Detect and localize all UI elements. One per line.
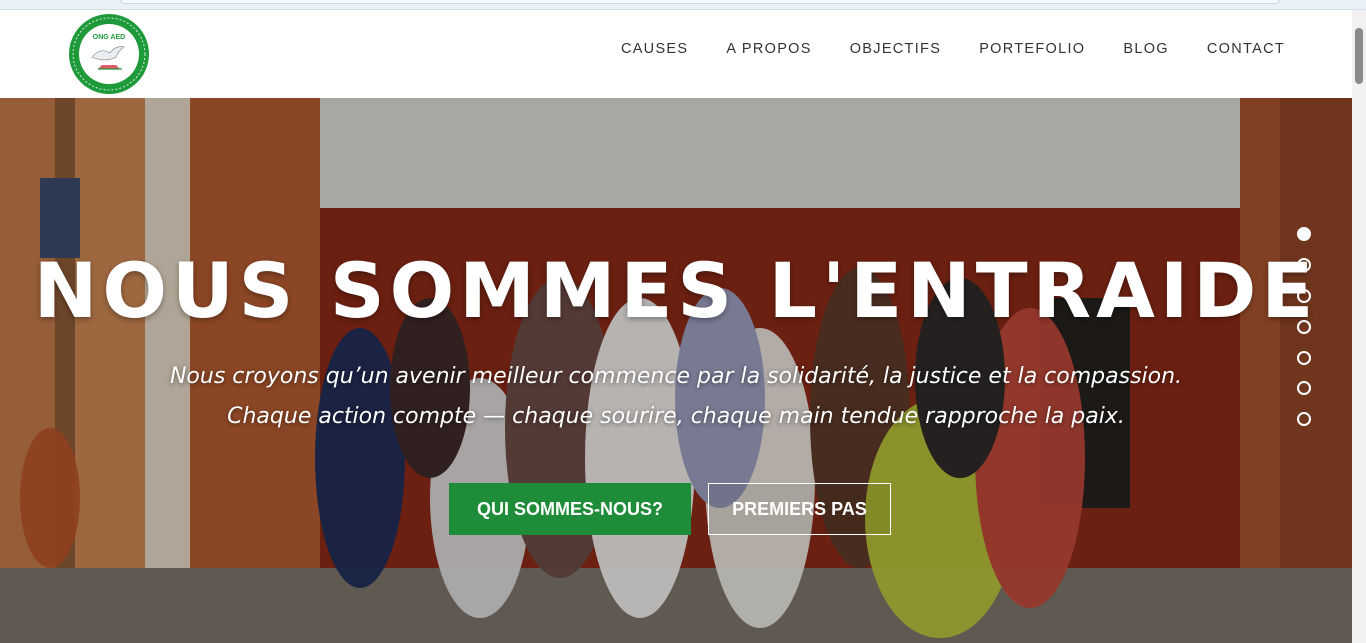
slider-dot-4[interactable] (1297, 320, 1311, 334)
address-bar[interactable] (120, 0, 1280, 4)
scrollbar-thumb[interactable] (1355, 28, 1363, 84)
premiers-pas-button[interactable]: PREMIERS PAS (708, 483, 891, 535)
qui-sommes-nous-button[interactable]: QUI SOMMES-NOUS? (449, 483, 691, 535)
hero-subtitle-line-2: Chaque action compte — chaque sourire, c… (227, 404, 1125, 429)
nav-portefolio[interactable]: PORTEFOLIO (979, 41, 1085, 57)
site-logo[interactable]: ONG AED (68, 13, 150, 95)
nav-contact[interactable]: CONTACT (1207, 41, 1285, 57)
logo-emblem-icon: ONG AED (69, 14, 149, 94)
browser-top-strip (0, 0, 1366, 10)
hero-subtitle-line-1: Nous croyons qu’un avenir meilleur comme… (169, 364, 1183, 389)
slider-dot-2[interactable] (1297, 258, 1311, 272)
nav-objectifs[interactable]: OBJECTIFS (850, 41, 941, 57)
slider-dot-5[interactable] (1297, 351, 1311, 365)
slider-dot-7[interactable] (1297, 412, 1311, 426)
hero-slider: NOUS SOMMES L'ENTRAIDE Nous croyons qu’u… (0, 98, 1352, 643)
hero-title: NOUS SOMMES L'ENTRAIDE (33, 246, 1319, 335)
slider-dot-3[interactable] (1297, 289, 1311, 303)
nav-blog[interactable]: BLOG (1123, 41, 1169, 57)
page-scrollbar[interactable] (1352, 10, 1366, 643)
site-header: ONG AED CAUSES A PROPOS OBJECTIFS PORTEF… (0, 10, 1352, 98)
nav-a-propos[interactable]: A PROPOS (726, 41, 811, 57)
svg-text:ONG AED: ONG AED (93, 34, 125, 41)
slider-dot-6[interactable] (1297, 381, 1311, 395)
nav-causes[interactable]: CAUSES (621, 41, 688, 57)
main-navigation: CAUSES A PROPOS OBJECTIFS PORTEFOLIO BLO… (583, 41, 1285, 57)
slider-dot-1[interactable] (1297, 227, 1311, 241)
